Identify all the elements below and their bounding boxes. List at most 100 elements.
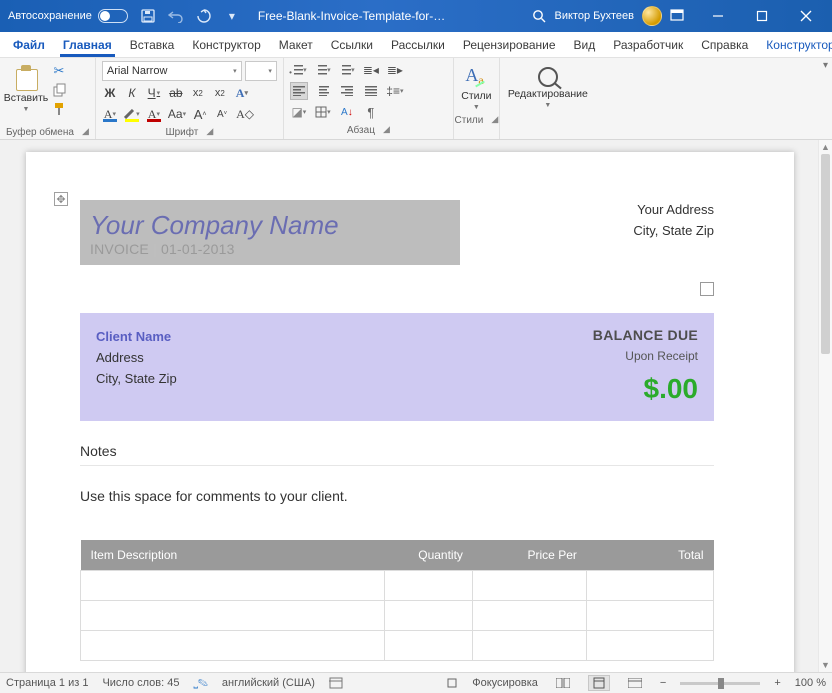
tab-review[interactable]: Рецензирование xyxy=(454,32,565,57)
redo-icon[interactable] xyxy=(196,8,212,24)
tab-references[interactable]: Ссылки xyxy=(322,32,382,57)
copy-icon[interactable] xyxy=(50,82,68,98)
autosave-toggle[interactable]: Автосохранение xyxy=(8,9,128,23)
tab-help[interactable]: Справка xyxy=(692,32,757,57)
document-title: Free-Blank-Invoice-Template-for-… xyxy=(258,9,445,23)
superscript-button[interactable]: x2 xyxy=(212,84,228,102)
web-layout-button[interactable] xyxy=(624,675,646,691)
cut-icon[interactable]: ✂ xyxy=(50,63,68,79)
text-effects-button[interactable]: A▾ xyxy=(234,84,250,102)
align-center-button[interactable] xyxy=(314,82,332,100)
title-bar: Автосохранение ▾ Free-Blank-Invoice-Temp… xyxy=(0,0,832,32)
avatar[interactable] xyxy=(642,6,662,26)
zoom-slider[interactable] xyxy=(680,682,760,685)
dialog-launcher-icon[interactable]: ◢ xyxy=(206,126,213,137)
subscript-button[interactable]: x2 xyxy=(190,84,206,102)
tab-layout[interactable]: Макет xyxy=(270,32,322,57)
font-size-combo[interactable]: ▾ xyxy=(245,61,277,81)
table-row[interactable] xyxy=(81,571,714,601)
dialog-launcher-icon[interactable]: ◢ xyxy=(491,114,498,125)
zoom-out-button[interactable]: − xyxy=(660,677,666,689)
sort-button[interactable]: A↓ xyxy=(338,103,356,121)
company-header-block[interactable]: Your Company Name INVOICE | 01-01-2013 xyxy=(80,200,460,265)
qat-customize-icon[interactable]: ▾ xyxy=(224,8,240,24)
tab-file[interactable]: Файл xyxy=(4,32,54,57)
underline-button[interactable]: Ч▾ xyxy=(146,84,162,102)
tab-home[interactable]: Главная xyxy=(54,32,121,57)
status-focus[interactable]: Фокусировка xyxy=(472,677,538,689)
table-row[interactable] xyxy=(81,631,714,661)
font-name-combo[interactable]: Arial Narrow▾ xyxy=(102,61,242,81)
numbering-button[interactable]: ▾ xyxy=(314,61,332,79)
italic-button[interactable]: К xyxy=(124,84,140,102)
multilevel-button[interactable]: ▾ xyxy=(338,61,356,79)
editing-label: Редактирование xyxy=(508,89,588,100)
show-marks-button[interactable]: ¶ xyxy=(362,103,380,121)
shading-button[interactable]: ◪▾ xyxy=(290,103,308,121)
tab-mailings[interactable]: Рассылки xyxy=(382,32,454,57)
dialog-launcher-icon[interactable]: ◢ xyxy=(383,124,390,135)
maximize-button[interactable] xyxy=(740,0,784,32)
read-mode-button[interactable] xyxy=(552,675,574,691)
search-icon[interactable] xyxy=(531,8,547,24)
table-move-handle-icon[interactable]: ✥ xyxy=(54,192,68,206)
char-shading-button[interactable]: A▾ xyxy=(102,105,118,123)
zoom-in-button[interactable]: + xyxy=(774,677,780,689)
table-row[interactable] xyxy=(81,601,714,631)
align-left-button[interactable] xyxy=(290,82,308,100)
highlight-button[interactable]: ▾ xyxy=(124,105,140,123)
minimize-button[interactable] xyxy=(696,0,740,32)
table-resize-handle[interactable] xyxy=(700,282,714,296)
ribbon-display-icon[interactable] xyxy=(670,8,686,24)
collapse-ribbon-icon[interactable]: ▾ xyxy=(823,60,828,71)
vertical-scrollbar[interactable]: ▲ ▼ xyxy=(818,140,832,672)
undo-icon[interactable] xyxy=(168,8,184,24)
close-button[interactable] xyxy=(784,0,828,32)
shrink-font-button[interactable]: A˅ xyxy=(214,105,230,123)
notes-body[interactable]: Use this space for comments to your clie… xyxy=(80,488,714,504)
tab-view[interactable]: Вид xyxy=(565,32,605,57)
tab-insert[interactable]: Вставка xyxy=(121,32,184,57)
scroll-down-icon[interactable]: ▼ xyxy=(819,658,832,672)
editing-button[interactable]: Редактирование ▼ xyxy=(503,61,593,109)
clear-formatting-button[interactable]: A◇ xyxy=(236,105,254,123)
justify-button[interactable] xyxy=(362,82,380,100)
focus-mode-icon[interactable] xyxy=(446,677,458,689)
notes-heading[interactable]: Notes xyxy=(80,443,714,459)
dialog-launcher-icon[interactable]: ◢ xyxy=(82,126,89,137)
tab-developer[interactable]: Разработчик xyxy=(604,32,692,57)
line-spacing-button[interactable]: ‡≡▾ xyxy=(386,82,404,100)
change-case-button[interactable]: Aa▾ xyxy=(168,105,186,123)
decrease-indent-button[interactable]: ≣◂ xyxy=(362,61,380,79)
page[interactable]: ✥ Your Address City, State Zip Your Comp… xyxy=(26,152,794,672)
borders-button[interactable]: ▾ xyxy=(314,103,332,121)
paste-label: Вставить xyxy=(4,93,49,104)
font-color-button[interactable]: A▾ xyxy=(146,105,162,123)
paste-button[interactable]: Вставить ▼ xyxy=(6,61,46,123)
status-page[interactable]: Страница 1 из 1 xyxy=(6,677,88,689)
save-icon[interactable] xyxy=(140,8,156,24)
status-words[interactable]: Число слов: 45 xyxy=(102,677,179,689)
status-language[interactable]: английский (США) xyxy=(222,677,315,689)
bullets-button[interactable]: ▾ xyxy=(290,61,308,79)
increase-indent-button[interactable]: ≣▸ xyxy=(386,61,404,79)
tab-design[interactable]: Конструктор xyxy=(183,32,269,57)
format-painter-icon[interactable] xyxy=(50,101,68,117)
tab-table-design[interactable]: Конструктор xyxy=(757,32,832,57)
grow-font-button[interactable]: A˄ xyxy=(192,105,208,123)
invoice-table[interactable]: Item Description Quantity Price Per Tota… xyxy=(80,540,714,661)
scroll-up-icon[interactable]: ▲ xyxy=(819,140,832,154)
document-area: ✥ Your Address City, State Zip Your Comp… xyxy=(0,140,832,672)
accessibility-icon[interactable] xyxy=(329,677,343,689)
zoom-level[interactable]: 100 % xyxy=(795,677,826,689)
scroll-thumb[interactable] xyxy=(821,154,830,354)
bold-button[interactable]: Ж xyxy=(102,84,118,102)
styles-button[interactable]: Aa Стили ▼ xyxy=(456,61,496,111)
print-layout-button[interactable] xyxy=(588,675,610,691)
balance-block[interactable]: Client Name Address City, State Zip BALA… xyxy=(80,313,714,421)
clipboard-icon xyxy=(12,63,40,91)
align-right-button[interactable] xyxy=(338,82,356,100)
spellcheck-icon[interactable]: ⎵✎ xyxy=(194,677,208,690)
strikethrough-button[interactable]: ab xyxy=(168,84,184,102)
your-address-block[interactable]: Your Address City, State Zip xyxy=(633,200,714,242)
